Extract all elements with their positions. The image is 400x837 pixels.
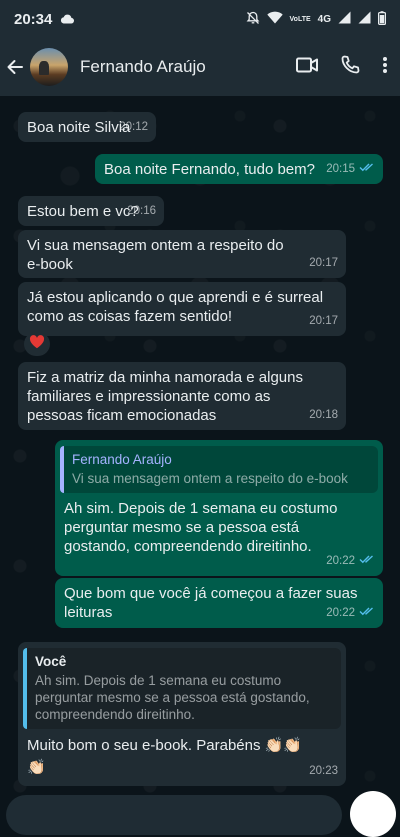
heart-icon: [29, 334, 45, 354]
message-incoming[interactable]: Vi sua mensagem ontem a respeito do e-bo…: [18, 230, 346, 278]
message-incoming[interactable]: Boa noite Silvia 20:12: [18, 112, 156, 142]
video-call-icon[interactable]: [296, 57, 318, 78]
chat-area[interactable]: Boa noite Silvia 20:12 Boa noite Fernand…: [0, 96, 400, 793]
message-text: Muito bom o seu e-book. Parabéns 👏🏻👏🏻 👏🏻: [27, 737, 302, 776]
message-outgoing-reply[interactable]: Fernando Araújo Vi sua mensagem ontem a …: [55, 440, 383, 576]
message-text: Boa noite Fernando, tudo bem?: [104, 161, 315, 178]
quoted-message[interactable]: Fernando Araújo Vi sua mensagem ontem a …: [60, 446, 378, 493]
volte-label: VoLTE: [289, 15, 311, 23]
message-incoming[interactable]: Fiz a matriz da minha namorada e alguns …: [18, 362, 346, 430]
quoted-text: Ah sim. Depois de 1 semana eu costumo pe…: [35, 673, 310, 722]
phone-icon[interactable]: [340, 55, 360, 80]
status-bar: 20:34 VoLTE 4G: [0, 0, 400, 38]
volte-indicator: VoLTE: [290, 15, 311, 24]
message-time: 20:22: [326, 555, 355, 567]
chat-header: Fernando Araújo: [0, 38, 400, 96]
message-time: 20:12: [119, 121, 148, 133]
message-time: 20:17: [309, 315, 338, 327]
input-bar: [0, 791, 400, 837]
clock: 20:34: [14, 10, 53, 28]
message-time: 20:17: [309, 257, 338, 269]
bell-off-icon: [246, 11, 260, 28]
message-outgoing[interactable]: Boa noite Fernando, tudo bem? 20:15: [95, 154, 383, 184]
more-options-icon[interactable]: [382, 56, 388, 79]
contact-name[interactable]: Fernando Araújo: [80, 57, 206, 77]
signal-icon-2: [358, 11, 371, 27]
signal-icon: [338, 11, 351, 27]
message-time: 20:18: [309, 409, 338, 421]
quoted-message[interactable]: Você Ah sim. Depois de 1 semana eu costu…: [23, 648, 341, 729]
message-incoming-reply[interactable]: Você Ah sim. Depois de 1 semana eu costu…: [18, 642, 346, 786]
message-time: 20:23: [309, 765, 338, 777]
quoted-sender: Você: [35, 654, 67, 669]
avatar[interactable]: [30, 48, 68, 86]
message-input[interactable]: [6, 795, 342, 835]
network-type: 4G: [317, 13, 331, 25]
read-ticks-icon: [359, 604, 375, 623]
reaction-heart[interactable]: [24, 332, 50, 356]
message-time: 20:16: [127, 205, 156, 217]
message-text: Vi sua mensagem ontem a respeito do e-bo…: [27, 237, 284, 273]
message-text: Fiz a matriz da minha namorada e alguns …: [27, 369, 303, 424]
message-text: Já estou aplicando o que aprendi e é sur…: [27, 289, 324, 325]
cloud-icon: [60, 12, 75, 27]
message-outgoing[interactable]: Que bom que você já começou a fazer suas…: [55, 578, 383, 628]
quoted-text: Vi sua mensagem ontem a respeito do e-bo…: [72, 471, 348, 486]
battery-icon: [378, 10, 387, 28]
message-time: 20:22: [326, 607, 355, 619]
quoted-sender: Fernando Araújo: [72, 452, 172, 467]
message-incoming[interactable]: Estou bem e vc? 20:16: [18, 196, 164, 226]
wifi-icon: [266, 11, 283, 27]
read-ticks-icon: [359, 160, 375, 179]
message-incoming[interactable]: Já estou aplicando o que aprendi e é sur…: [18, 282, 346, 336]
message-text: Estou bem e vc?: [27, 203, 139, 220]
mic-button[interactable]: [350, 791, 396, 837]
message-text: Boa noite Silvia: [27, 119, 131, 136]
message-time: 20:15: [326, 163, 355, 175]
back-arrow-icon[interactable]: [6, 58, 28, 76]
read-ticks-icon: [359, 552, 375, 571]
message-text: Ah sim. Depois de 1 semana eu costumo pe…: [64, 500, 338, 555]
